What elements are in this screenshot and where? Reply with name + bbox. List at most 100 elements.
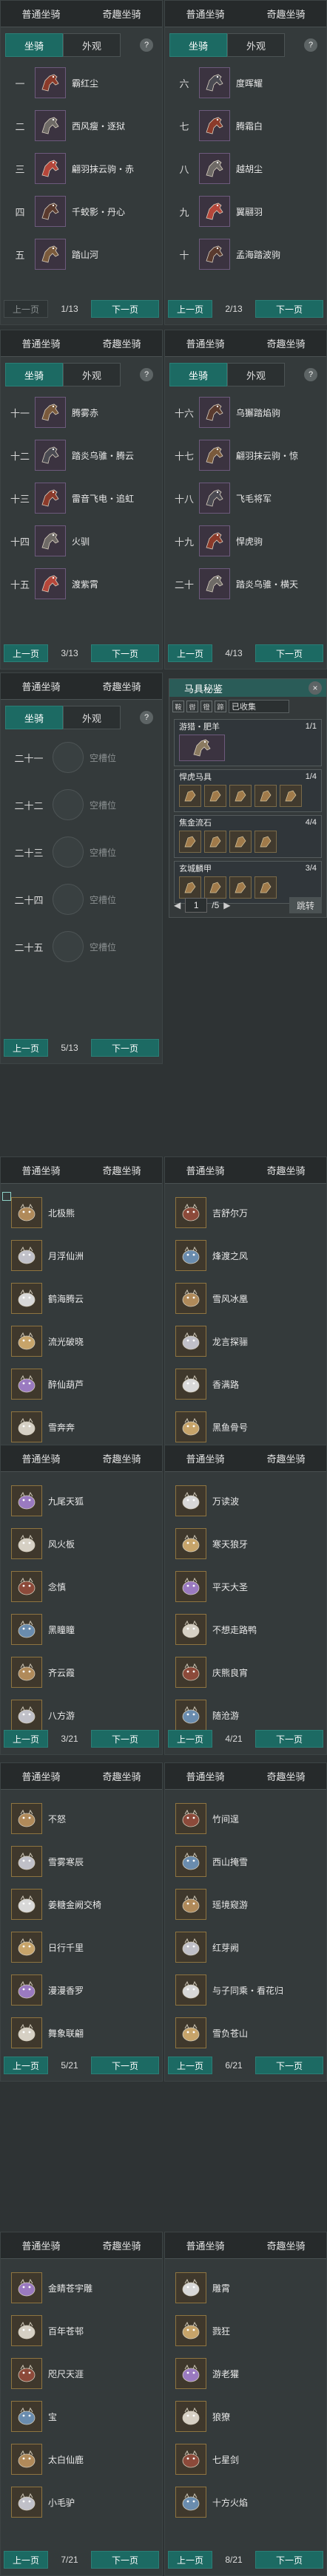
mount-row[interactable]: 雪雾寒辰 bbox=[1, 1840, 162, 1883]
mount-row[interactable]: 瑶境窥游 bbox=[165, 1883, 326, 1926]
gear-item-icon[interactable] bbox=[204, 876, 226, 899]
mount-row[interactable]: 狼獠 bbox=[165, 2395, 326, 2438]
mount-row[interactable]: 六 度晖耀 bbox=[165, 61, 326, 104]
gear-item-icon[interactable] bbox=[254, 831, 277, 853]
close-icon[interactable]: × bbox=[309, 681, 322, 695]
tab-special-mounts[interactable]: 奇趣坐骑 bbox=[81, 2232, 162, 2258]
mount-row[interactable]: 寒天狼牙 bbox=[165, 1522, 326, 1565]
gear-set-category[interactable]: 焦金流石 4/4 bbox=[174, 815, 322, 858]
prev-page-button[interactable]: 上一页 bbox=[4, 1039, 48, 1057]
mount-row[interactable]: 不想走路鸭 bbox=[165, 1608, 326, 1651]
tab-appearance[interactable]: 外观 bbox=[227, 33, 285, 57]
prev-page-button[interactable]: 上一页 bbox=[4, 300, 48, 318]
gear-item-icon[interactable] bbox=[204, 831, 226, 853]
next-page-button[interactable]: 下一页 bbox=[91, 300, 159, 318]
next-page-button[interactable]: 下一页 bbox=[91, 2057, 159, 2074]
tab-mount[interactable]: 坐骑 bbox=[169, 33, 227, 57]
mount-row[interactable]: 咫尺天涯 bbox=[1, 2352, 162, 2395]
mount-row[interactable]: 九尾天狐 bbox=[1, 1479, 162, 1522]
prev-page-button[interactable]: 上一页 bbox=[168, 300, 212, 318]
tab-normal-mounts[interactable]: 普通坐骑 bbox=[165, 1763, 246, 1789]
mount-row[interactable]: 十一 腾雾赤 bbox=[1, 391, 162, 434]
mount-row[interactable]: 雪奔奔 bbox=[1, 1405, 162, 1448]
mount-row[interactable]: 红芽阙 bbox=[165, 1926, 326, 1969]
help-icon[interactable]: ? bbox=[304, 368, 317, 381]
mount-row[interactable]: 一 霸红尘 bbox=[1, 61, 162, 104]
tab-normal-mounts[interactable]: 普通坐骑 bbox=[1, 1157, 81, 1183]
tab-normal-mounts[interactable]: 普通坐骑 bbox=[1, 2232, 81, 2258]
mount-row[interactable]: 七 腾霜白 bbox=[165, 104, 326, 147]
mount-row[interactable]: 竹间逞 bbox=[165, 1797, 326, 1840]
prev-page-button[interactable]: 上一页 bbox=[168, 1730, 212, 1748]
next-page-button[interactable]: 下一页 bbox=[255, 300, 323, 318]
tab-special-mounts[interactable]: 奇趣坐骑 bbox=[81, 673, 162, 699]
gear-item-icon[interactable] bbox=[179, 785, 201, 807]
tab-appearance[interactable]: 外观 bbox=[63, 706, 121, 729]
next-page-button[interactable]: 下一页 bbox=[91, 1730, 159, 1748]
tab-special-mounts[interactable]: 奇趣坐骑 bbox=[81, 1763, 162, 1789]
mount-row[interactable]: 二十二 空槽位 bbox=[1, 781, 162, 828]
next-page-button[interactable]: 下一页 bbox=[255, 2551, 323, 2569]
gear-item-icon[interactable] bbox=[179, 876, 201, 899]
next-page-button[interactable]: 下一页 bbox=[255, 2057, 323, 2074]
mount-row[interactable]: 十八 飞毛将军 bbox=[165, 477, 326, 519]
mount-row[interactable]: 雪风冰凰 bbox=[165, 1277, 326, 1320]
gear-item-icon[interactable] bbox=[204, 785, 226, 807]
tab-special-mounts[interactable]: 奇趣坐骑 bbox=[246, 330, 326, 356]
mount-row[interactable]: 百年苍邨 bbox=[1, 2309, 162, 2352]
mount-row[interactable]: 十四 火驯 bbox=[1, 519, 162, 562]
tab-normal-mounts[interactable]: 普通坐骑 bbox=[165, 2232, 246, 2258]
gear-item-icon[interactable] bbox=[179, 831, 201, 853]
mount-row[interactable]: 日行千里 bbox=[1, 1926, 162, 1969]
mount-row[interactable]: 十二 踏炎乌骓・腾云 bbox=[1, 434, 162, 477]
mount-row[interactable]: 五 踏山河 bbox=[1, 233, 162, 276]
mount-row[interactable]: 月浮仙洲 bbox=[1, 1234, 162, 1277]
mount-row[interactable]: 姜糖金阙交椅 bbox=[1, 1883, 162, 1926]
gear-set-category[interactable]: 游猎・肥羊 1/1 bbox=[174, 719, 322, 766]
mount-row[interactable]: 二十一 空槽位 bbox=[1, 734, 162, 781]
tab-special-mounts[interactable]: 奇趣坐骑 bbox=[246, 1445, 326, 1471]
tab-special-mounts[interactable]: 奇趣坐骑 bbox=[246, 1157, 326, 1183]
mount-row[interactable]: 小毛驴 bbox=[1, 2481, 162, 2524]
tab-normal-mounts[interactable]: 普通坐骑 bbox=[165, 330, 246, 356]
mount-row[interactable]: 雪负苍山 bbox=[165, 2011, 326, 2054]
mount-row[interactable]: 二十四 空槽位 bbox=[1, 876, 162, 923]
mount-row[interactable]: 戮狂 bbox=[165, 2309, 326, 2352]
gear-item-icon[interactable] bbox=[280, 785, 302, 807]
prev-page-button[interactable]: 上一页 bbox=[4, 644, 48, 662]
tab-normal-mounts[interactable]: 普通坐骑 bbox=[1, 1763, 81, 1789]
mount-row[interactable]: 十六 乌獬踏焰驹 bbox=[165, 391, 326, 434]
jump-button[interactable]: 跳转 bbox=[289, 897, 322, 913]
mount-row[interactable]: 七星剑 bbox=[165, 2438, 326, 2481]
mount-row[interactable]: 四 千蛟影・丹心 bbox=[1, 190, 162, 233]
tab-normal-mounts[interactable]: 普通坐骑 bbox=[1, 1, 81, 27]
mount-row[interactable]: 十方火焰 bbox=[165, 2481, 326, 2524]
mount-row[interactable]: 风火板 bbox=[1, 1522, 162, 1565]
tab-special-mounts[interactable]: 奇趣坐骑 bbox=[246, 2232, 326, 2258]
mount-row[interactable]: 雕霄 bbox=[165, 2266, 326, 2309]
next-page-button[interactable]: 下一页 bbox=[91, 644, 159, 662]
mount-row[interactable]: 不怒 bbox=[1, 1797, 162, 1840]
mount-row[interactable]: 舞象联翩 bbox=[1, 2011, 162, 2054]
help-icon[interactable]: ? bbox=[140, 38, 153, 52]
mount-row[interactable]: 十三 雷音飞电・追虹 bbox=[1, 477, 162, 519]
prev-arrow-icon[interactable]: ◀ bbox=[174, 900, 181, 910]
mount-row[interactable]: 二十 踏炎乌骓・横天 bbox=[165, 562, 326, 605]
mount-row[interactable]: 北极熊 bbox=[1, 1191, 162, 1234]
gear-item-icon[interactable] bbox=[229, 831, 252, 853]
gear-set-category[interactable]: 悍虎马具 1/4 bbox=[174, 769, 322, 812]
filter-slot-button[interactable]: 辔 bbox=[186, 701, 198, 712]
tab-appearance[interactable]: 外观 bbox=[63, 363, 121, 386]
collection-filter-select[interactable] bbox=[229, 700, 289, 713]
mount-row[interactable]: 游老獾 bbox=[165, 2352, 326, 2395]
mount-row[interactable]: 漫漫香罗 bbox=[1, 1969, 162, 2011]
prev-page-button[interactable]: 上一页 bbox=[4, 1730, 48, 1748]
mount-row[interactable]: 龙言探骊 bbox=[165, 1320, 326, 1363]
tab-special-mounts[interactable]: 奇趣坐骑 bbox=[81, 330, 162, 356]
help-icon[interactable]: ? bbox=[304, 38, 317, 52]
mount-row[interactable]: 平天大圣 bbox=[165, 1565, 326, 1608]
mount-row[interactable]: 二十五 空槽位 bbox=[1, 923, 162, 970]
help-icon[interactable]: ? bbox=[140, 368, 153, 381]
mount-row[interactable]: 十五 渡紫霄 bbox=[1, 562, 162, 605]
prev-page-button[interactable]: 上一页 bbox=[168, 644, 212, 662]
